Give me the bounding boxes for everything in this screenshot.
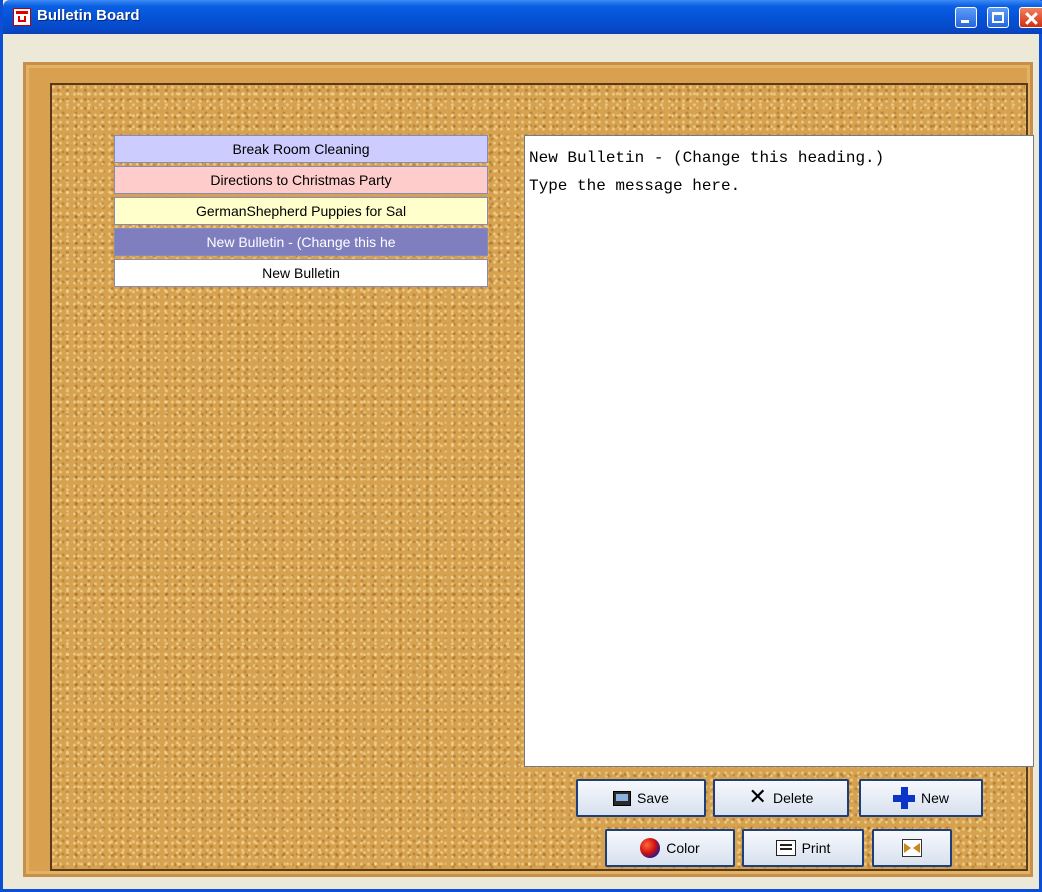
plus-icon: [892, 787, 915, 809]
app-icon[interactable]: [13, 8, 31, 26]
window-title: Bulletin Board: [37, 7, 140, 24]
maximize-button[interactable]: [987, 7, 1009, 28]
save-button[interactable]: Save: [576, 779, 706, 817]
title-bar[interactable]: Bulletin Board: [3, 0, 1042, 34]
bulletin-list: Break Room Cleaning Directions to Christ…: [114, 135, 488, 290]
delete-button-label: Delete: [772, 790, 814, 806]
color-button[interactable]: Color: [605, 829, 735, 867]
bulletin-item[interactable]: New Bulletin - (Change this he: [114, 228, 488, 256]
bulletin-item[interactable]: Break Room Cleaning: [114, 135, 488, 163]
computer-icon: [613, 790, 632, 806]
bulletin-item[interactable]: GermanShepherd Puppies for Sal: [114, 197, 488, 225]
minimize-button[interactable]: [955, 7, 977, 28]
x-icon: ✕: [748, 785, 767, 810]
message-text-area[interactable]: New Bulletin - (Change this heading.) Ty…: [524, 135, 1034, 767]
new-button[interactable]: New: [859, 779, 983, 817]
delete-button[interactable]: ✕ Delete: [713, 779, 849, 817]
exit-icon: [902, 839, 922, 857]
message-body: Type the message here.: [529, 177, 741, 195]
close-button[interactable]: [1019, 7, 1042, 28]
print-button[interactable]: Print: [742, 829, 864, 867]
exit-button[interactable]: [872, 829, 952, 867]
message-heading: New Bulletin - (Change this heading.): [529, 149, 885, 167]
bulletin-item[interactable]: Directions to Christmas Party: [114, 166, 488, 194]
color-ball-icon: [640, 838, 661, 858]
save-button-label: Save: [637, 790, 669, 806]
new-button-label: New: [920, 790, 949, 806]
cork-frame: Break Room Cleaning Directions to Christ…: [23, 62, 1034, 877]
printer-icon: [775, 840, 796, 856]
bulletin-board-window: Bulletin Board Break Room Cleaning Direc…: [0, 0, 1042, 892]
cork-board: Break Room Cleaning Directions to Christ…: [50, 83, 1034, 871]
bulletin-item[interactable]: New Bulletin: [114, 259, 488, 287]
print-button-label: Print: [801, 840, 831, 856]
color-button-label: Color: [666, 840, 700, 856]
